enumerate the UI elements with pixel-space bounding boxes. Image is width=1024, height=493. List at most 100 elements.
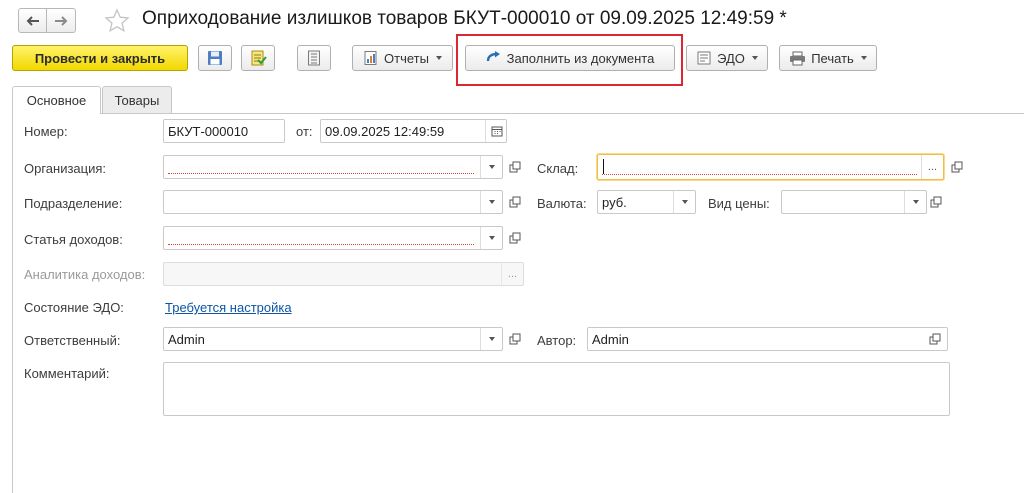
- comment-label: Комментарий:: [24, 366, 110, 381]
- number-field[interactable]: БКУТ-000010: [163, 119, 285, 143]
- reports-icon: [364, 51, 377, 65]
- currency-value: руб.: [602, 195, 627, 210]
- tab-divider: [12, 113, 1024, 114]
- open-form-icon: [509, 232, 521, 244]
- edo-label: ЭДО: [717, 50, 745, 66]
- department-field[interactable]: [163, 190, 503, 214]
- edo-document-icon: [697, 51, 711, 65]
- star-icon: [104, 8, 130, 33]
- author-value: Admin: [592, 332, 629, 347]
- chevron-down-icon: [860, 56, 867, 60]
- text-cursor: [603, 159, 604, 174]
- author-label: Автор:: [537, 333, 577, 348]
- floppy-disk-icon: [208, 51, 222, 65]
- chevron-down-icon: [751, 56, 758, 60]
- edo-button[interactable]: ЭДО: [686, 45, 768, 71]
- department-dropdown-button[interactable]: [480, 191, 502, 213]
- chevron-down-icon: [488, 200, 495, 204]
- date-field[interactable]: 09.09.2025 12:49:59: [320, 119, 507, 143]
- open-form-icon: [929, 333, 941, 345]
- save-button[interactable]: [198, 45, 232, 71]
- printer-icon: [790, 51, 806, 65]
- post-and-close-label: Провести и закрыть: [34, 50, 166, 66]
- journal-button[interactable]: [297, 45, 331, 71]
- tab-main-label: Основное: [26, 93, 87, 108]
- print-label: Печать: [811, 50, 854, 66]
- reports-label: Отчеты: [384, 50, 429, 66]
- number-label: Номер:: [24, 124, 68, 139]
- highlight-frame: [456, 34, 683, 86]
- income-item-dropdown-button[interactable]: [480, 227, 502, 249]
- income-analytics-field: ...: [163, 262, 524, 286]
- responsible-value: Admin: [168, 332, 205, 347]
- back-button[interactable]: [18, 8, 47, 33]
- organization-dropdown-button[interactable]: [480, 156, 502, 178]
- price-type-dropdown-button[interactable]: [904, 191, 926, 213]
- income-item-label: Статья доходов:: [24, 232, 123, 247]
- ellipsis-icon: ...: [507, 268, 518, 280]
- warehouse-field[interactable]: ...: [597, 154, 944, 180]
- post-and-close-button[interactable]: Провести и закрыть: [12, 45, 188, 71]
- chevron-down-icon: [435, 56, 442, 60]
- organization-label: Организация:: [24, 161, 107, 176]
- favorite-star-button[interactable]: [104, 8, 130, 37]
- responsible-field[interactable]: Admin: [163, 327, 503, 351]
- department-label: Подразделение:: [24, 196, 123, 211]
- open-form-icon: [951, 161, 963, 173]
- open-form-icon: [509, 333, 521, 345]
- open-form-icon: [509, 161, 521, 173]
- income-analytics-label: Аналитика доходов:: [24, 267, 146, 282]
- date-value: 09.09.2025 12:49:59: [325, 124, 445, 139]
- edo-setup-link[interactable]: Требуется настройка: [165, 300, 292, 315]
- comment-textarea[interactable]: [163, 362, 950, 416]
- calendar-icon: [491, 126, 502, 137]
- responsible-dropdown-button[interactable]: [480, 328, 502, 350]
- required-underline: [168, 173, 474, 174]
- income-item-open-button[interactable]: [505, 228, 525, 248]
- price-type-label: Вид цены:: [708, 196, 770, 211]
- date-label: от:: [296, 124, 313, 139]
- warehouse-select-button[interactable]: ...: [921, 155, 943, 179]
- calendar-button[interactable]: [485, 120, 507, 142]
- tab-goods[interactable]: Товары: [102, 86, 172, 113]
- warehouse-open-button[interactable]: [947, 157, 967, 177]
- department-open-button[interactable]: [505, 192, 525, 212]
- income-analytics-select-button: ...: [501, 263, 523, 285]
- organization-field[interactable]: [163, 155, 503, 179]
- responsible-label: Ответственный:: [24, 333, 121, 348]
- post-document-icon: [251, 50, 267, 66]
- window-title: Оприходование излишков товаров БКУТ-0000…: [142, 8, 787, 29]
- currency-label: Валюта:: [537, 196, 587, 211]
- forward-button[interactable]: [47, 8, 76, 33]
- author-field[interactable]: Admin: [587, 327, 948, 351]
- arrow-left-icon: [26, 15, 39, 26]
- reports-button[interactable]: Отчеты: [352, 45, 453, 71]
- tab-main[interactable]: Основное: [12, 86, 101, 114]
- edo-state-label: Состояние ЭДО:: [24, 300, 124, 315]
- post-button[interactable]: [241, 45, 275, 71]
- chevron-down-icon: [488, 337, 495, 341]
- number-value: БКУТ-000010: [168, 124, 249, 139]
- currency-dropdown-button[interactable]: [673, 191, 695, 213]
- price-type-field[interactable]: [781, 190, 927, 214]
- required-underline: [168, 244, 474, 245]
- tab-goods-label: Товары: [114, 92, 160, 108]
- warehouse-label: Склад:: [537, 161, 579, 176]
- responsible-open-button[interactable]: [505, 329, 525, 349]
- open-form-icon: [509, 196, 521, 208]
- required-underline: [602, 174, 917, 175]
- chevron-down-icon: [488, 236, 495, 240]
- price-type-open-button[interactable]: [926, 192, 946, 212]
- print-button[interactable]: Печать: [779, 45, 877, 71]
- currency-field[interactable]: руб.: [597, 190, 696, 214]
- ellipsis-icon: ...: [927, 161, 938, 173]
- author-open-button[interactable]: [925, 329, 945, 349]
- organization-open-button[interactable]: [505, 157, 525, 177]
- chevron-down-icon: [681, 200, 688, 204]
- open-form-icon: [930, 196, 942, 208]
- chevron-down-icon: [912, 200, 919, 204]
- panel-border: [12, 113, 13, 493]
- chevron-down-icon: [488, 165, 495, 169]
- arrow-right-icon: [55, 15, 68, 26]
- income-item-field[interactable]: [163, 226, 503, 250]
